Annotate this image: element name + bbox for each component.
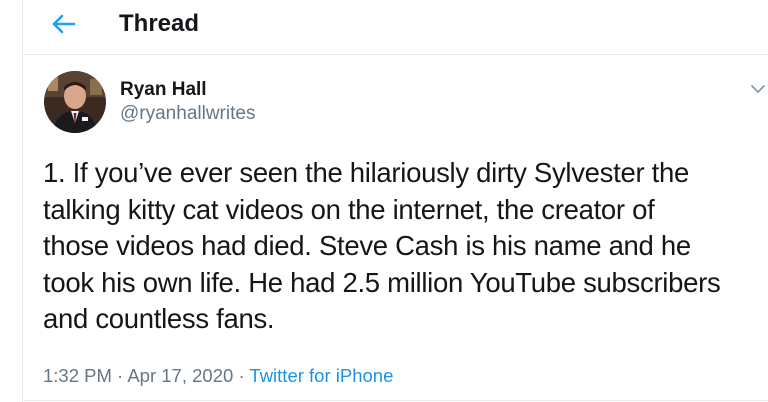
tweet-source-link[interactable]: Twitter for iPhone xyxy=(249,365,393,386)
tweet-meta: 1:32 PM · Apr 17, 2020 · Twitter for iPh… xyxy=(43,365,393,387)
arrow-left-icon xyxy=(52,14,76,34)
page-title: Thread xyxy=(119,10,200,37)
column-divider xyxy=(22,0,23,402)
tweet-menu-button[interactable] xyxy=(748,80,768,98)
divider xyxy=(23,400,768,401)
tweet-text-line: took his own life. He had 2.5 million Yo… xyxy=(43,266,721,298)
meta-separator: · xyxy=(238,365,245,386)
tweet-time[interactable]: 1:32 PM xyxy=(43,365,112,386)
author-handle[interactable]: @ryanhallwrites xyxy=(120,103,255,125)
tweet-text-line: and countless fans. xyxy=(43,303,275,335)
tweet-text-line: 1. If you’ve ever seen the hilariously d… xyxy=(43,157,689,188)
tweet-text-line: talking kitty cat videos on the internet… xyxy=(43,193,655,225)
avatar[interactable] xyxy=(44,71,106,133)
profile-photo xyxy=(44,71,106,133)
tweet-text-line: those videos had died. Steve Cash is his… xyxy=(43,230,691,262)
chevron-down-icon xyxy=(751,85,765,93)
author-name[interactable]: Ryan Hall xyxy=(120,79,207,101)
tweet-date[interactable]: Apr 17, 2020 xyxy=(127,365,233,386)
meta-separator: · xyxy=(117,365,124,386)
back-button[interactable] xyxy=(45,9,83,39)
tweet-text: 1. If you’ve ever seen the hilariously d… xyxy=(43,155,768,338)
thread-header: Thread xyxy=(23,0,768,55)
